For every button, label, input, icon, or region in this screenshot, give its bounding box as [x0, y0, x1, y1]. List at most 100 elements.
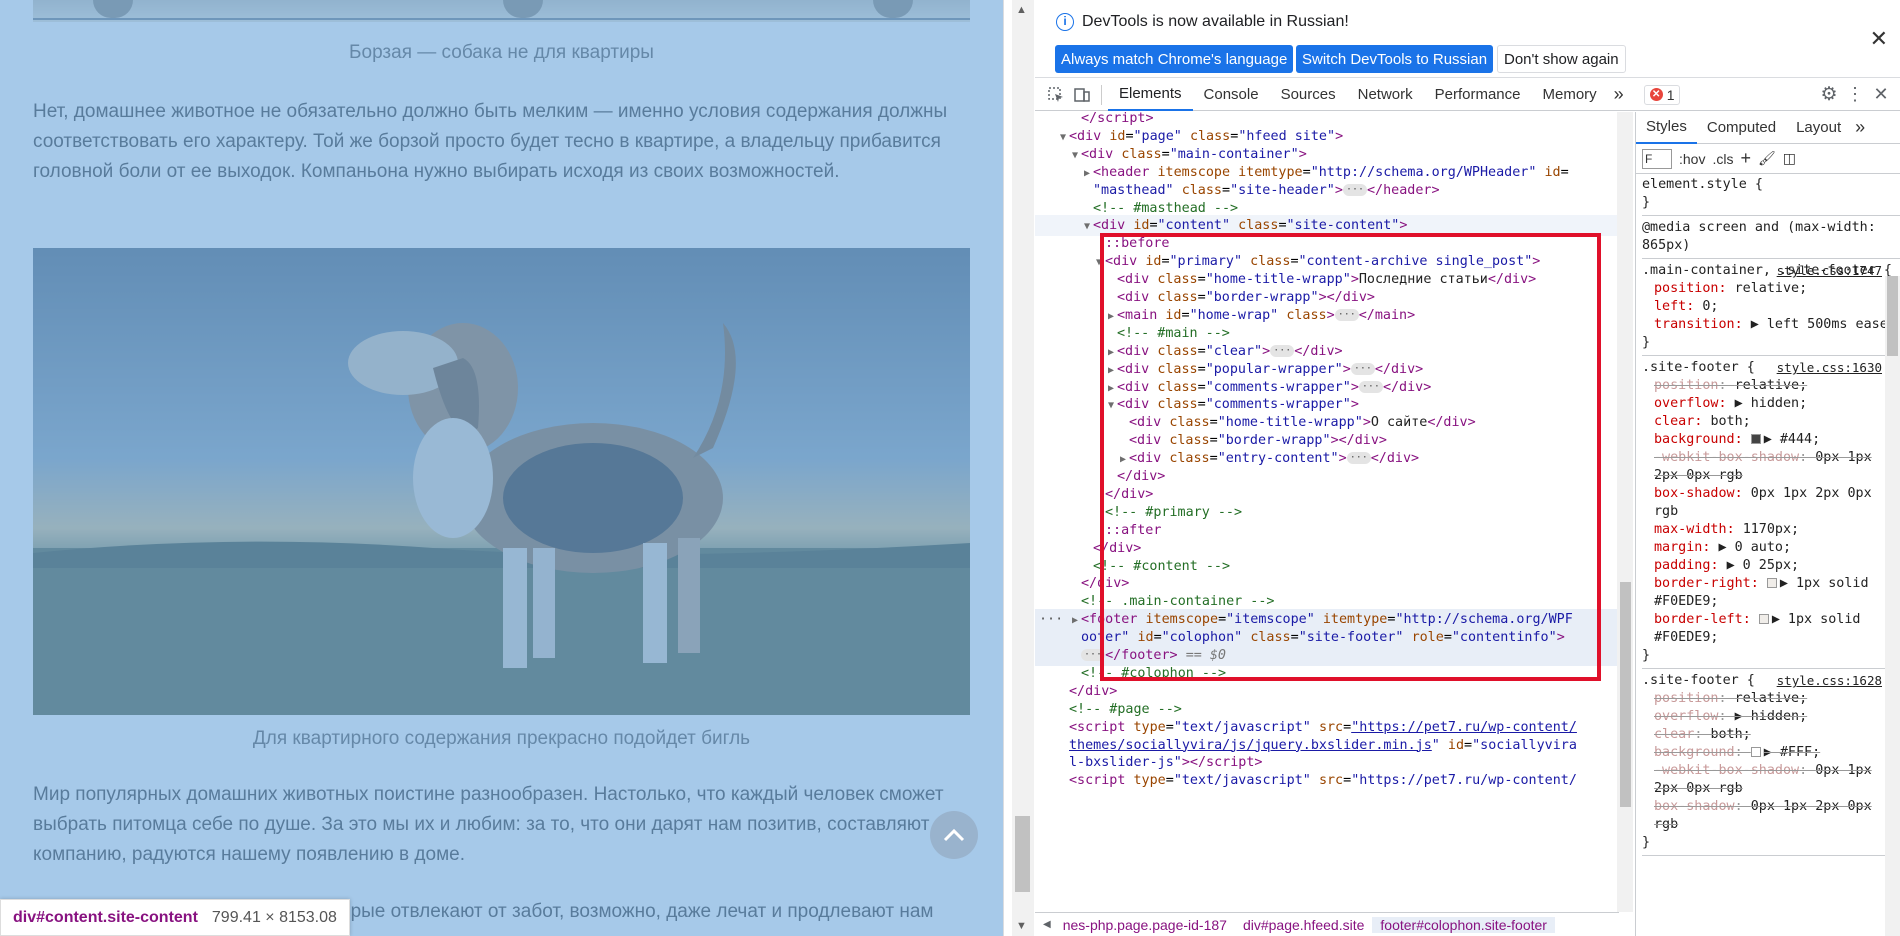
tab-memory[interactable]: Memory [1532, 79, 1608, 111]
close-infobar-icon[interactable]: ✕ [1870, 26, 1888, 52]
style-property[interactable]: max-width: 1170px; [1642, 521, 1900, 539]
styles-tabbar: Styles Computed Layout » [1636, 112, 1900, 144]
style-property[interactable]: position: relative; [1642, 377, 1900, 395]
style-rule-close: } [1642, 195, 1651, 210]
style-property[interactable]: overflow: ▶ hidden; [1642, 708, 1900, 726]
style-rule-close: } [1642, 335, 1651, 350]
style-property[interactable]: margin: ▶ 0 auto; [1642, 539, 1900, 557]
device-toolbar-icon[interactable] [1069, 82, 1095, 108]
style-selector[interactable]: @media screen and (max-width: 865px) [1642, 219, 1900, 255]
image-caption-greyhound: Борзая — собака не для квартиры [349, 42, 654, 63]
style-property[interactable]: clear: both; [1642, 413, 1900, 431]
scroll-up-arrow-icon[interactable]: ▲ [1016, 4, 1027, 16]
style-source-link[interactable]: style.css:1747 [1777, 262, 1882, 280]
more-style-tabs-icon[interactable]: » [1851, 112, 1869, 144]
article-paragraph-2: Мир популярных домашних животных поистин… [33, 784, 944, 865]
style-selector[interactable]: element.style { [1642, 176, 1900, 194]
tab-console[interactable]: Console [1193, 79, 1270, 111]
tab-layout[interactable]: Layout [1786, 112, 1851, 144]
more-tabs-icon[interactable]: » [1608, 79, 1630, 111]
new-style-rule-icon[interactable]: + [1740, 148, 1751, 169]
switch-to-russian-button[interactable]: Switch DevTools to Russian [1296, 45, 1494, 73]
color-swatch-icon[interactable] [1750, 747, 1761, 757]
style-source-link[interactable]: style.css:1628 [1777, 672, 1882, 690]
style-property[interactable]: box-shadow: 0px 1px 2px 0px rgb [1642, 798, 1900, 834]
always-match-language-button[interactable]: Always match Chrome's language [1055, 45, 1294, 73]
close-devtools-icon[interactable]: ✕ [1868, 82, 1894, 108]
style-property[interactable]: border-right: ▶ 1px solid #F0EDE9; [1642, 575, 1900, 611]
screen: { "page": { "caption1": "Борзая — собака… [0, 0, 1900, 936]
style-property[interactable]: clear: both; [1642, 726, 1900, 744]
style-property[interactable]: box-shadow: 0px 1px 2px 0px rgb [1642, 485, 1900, 521]
style-property[interactable]: left: 0; [1642, 298, 1900, 316]
tab-sources[interactable]: Sources [1270, 79, 1347, 111]
breadcrumb-item[interactable]: nes-php.page.page-id-187 [1055, 917, 1235, 933]
styles-scrollbar-thumb[interactable] [1887, 276, 1898, 356]
toggle-sidebar-icon[interactable]: ◫ [1783, 150, 1796, 167]
settings-gear-icon[interactable]: ⚙ [1816, 82, 1842, 108]
style-rule: style.css:1630 .site-footer {position: re… [1642, 359, 1900, 669]
article-paragraph-1: Нет, домашнее животное не обязательно до… [33, 101, 948, 182]
style-property[interactable]: padding: ▶ 0 25px; [1642, 557, 1900, 575]
styles-rules: element.style {} @media screen and (max-w… [1636, 174, 1900, 856]
breadcrumb-item[interactable]: div#page.hfeed.site [1235, 917, 1372, 933]
infobar-message: DevTools is now available in Russian! [1082, 13, 1349, 30]
page-scrollbar[interactable]: ▲ ▼ [1012, 0, 1034, 936]
error-icon: ✕ [1649, 88, 1663, 101]
styles-pane: Styles Computed Layout » F :hov .cls + 🖌… [1635, 112, 1900, 936]
tab-computed[interactable]: Computed [1697, 112, 1786, 144]
dont-show-again-button[interactable]: Don't show again [1497, 45, 1626, 73]
cls-toggle[interactable]: .cls [1712, 151, 1733, 167]
tab-performance[interactable]: Performance [1424, 79, 1532, 111]
style-rule: style.css:1747 .main-container, .site-foo… [1642, 262, 1900, 356]
tab-styles[interactable]: Styles [1636, 112, 1697, 144]
scroll-down-arrow-icon[interactable]: ▼ [1016, 920, 1027, 932]
tab-network[interactable]: Network [1347, 79, 1424, 111]
style-property[interactable]: position: relative; [1642, 690, 1900, 708]
scroll-to-top-button[interactable] [930, 811, 978, 859]
tooltip-selector: div#content.site-content [13, 908, 198, 926]
article-paragraph-3-partial: орые отвлекают от забот, возможно, даже … [340, 901, 934, 922]
language-infobar: i DevTools is now available in Russian! … [1035, 0, 1900, 78]
hov-toggle[interactable]: :hov [1679, 151, 1705, 167]
styles-filter-bar: F :hov .cls + 🖌 ◫ [1636, 144, 1900, 174]
web-page-viewport: Борзая — собака не для квартиры Нет, дом… [0, 0, 1004, 936]
style-rule-close: } [1642, 648, 1651, 663]
style-property[interactable]: overflow: ▶ hidden; [1642, 395, 1900, 413]
color-swatch-icon[interactable] [1758, 614, 1769, 624]
breadcrumb-item[interactable]: footer#colophon.site-footer [1372, 916, 1555, 933]
greyhound-image-bottom [33, 0, 970, 22]
error-counter[interactable]: ✕ 1 [1643, 84, 1681, 105]
style-rule: element.style {} [1642, 176, 1900, 216]
style-rule: @media screen and (max-width: 865px) [1642, 219, 1900, 259]
elements-scrollbar[interactable] [1617, 112, 1633, 912]
chevron-up-icon [943, 828, 965, 842]
color-swatch-icon[interactable] [1750, 434, 1761, 444]
styles-filter-input[interactable]: F [1642, 148, 1672, 169]
page-scrollbar-thumb[interactable] [1015, 816, 1030, 892]
inspect-tooltip: div#content.site-content 799.41 × 8153.0… [0, 899, 350, 936]
style-property[interactable]: background: ▶ #444; [1642, 431, 1900, 449]
style-property[interactable]: position: relative; [1642, 280, 1900, 298]
element-state-icon[interactable]: 🖌 [1758, 150, 1776, 167]
color-swatch-icon[interactable] [1766, 578, 1777, 588]
breadcrumb: ◀ nes-php.page.page-id-187 div#page.hfeed… [1035, 912, 1619, 936]
tooltip-dimensions: 799.41 × 8153.08 [211, 908, 337, 926]
style-property[interactable]: -webkit-box-shadow: 0px 1px 2px 0px rgb [1642, 449, 1900, 485]
style-property[interactable]: transition: ▶ left 500ms ease; [1642, 316, 1900, 334]
style-rule-close: } [1642, 835, 1651, 850]
inspect-element-icon[interactable] [1043, 82, 1069, 108]
elements-scrollbar-thumb[interactable] [1620, 582, 1631, 807]
error-count: 1 [1666, 86, 1675, 103]
style-source-link[interactable]: style.css:1630 [1777, 359, 1882, 377]
style-property[interactable]: background: ▶ #FFF; [1642, 744, 1900, 762]
tab-elements[interactable]: Elements [1108, 79, 1193, 111]
more-options-icon[interactable]: ⋮ [1842, 82, 1868, 108]
dom-node-row[interactable]: <script type="text/javascript" src="http… [1035, 770, 1619, 791]
devtools-tabbar: Elements Console Sources Network Perform… [1035, 79, 1900, 111]
breadcrumb-scroll-left-icon[interactable]: ◀ [1035, 919, 1055, 930]
beagle-photo [33, 248, 970, 715]
styles-scrollbar[interactable] [1885, 276, 1900, 936]
style-property[interactable]: -webkit-box-shadow: 0px 1px 2px 0px rgb [1642, 762, 1900, 798]
style-property[interactable]: border-left: ▶ 1px solid #F0EDE9; [1642, 611, 1900, 647]
